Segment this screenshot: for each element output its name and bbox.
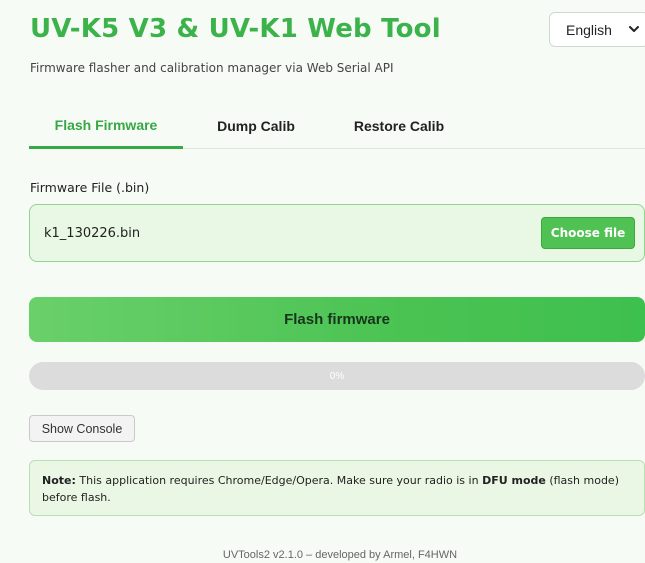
tab-restore-calib[interactable]: Restore Calib [334,103,464,149]
progress-bar: 0% [29,362,645,390]
tab-dump-calib[interactable]: Dump Calib [199,103,313,149]
tab-flash-firmware[interactable]: Flash Firmware [29,103,183,149]
firmware-file-input[interactable]: k1_130226.bin Choose file [29,204,645,262]
note-prefix: Note: [42,474,76,487]
show-console-button[interactable]: Show Console [29,415,135,442]
flash-firmware-button[interactable]: Flash firmware [29,297,645,342]
note-text-1: This application requires Chrome/Edge/Op… [75,474,483,487]
chevron-down-icon [629,26,639,32]
language-value: English [566,21,612,38]
selected-file-name: k1_130226.bin [44,226,141,241]
note-box: Note: This application requires Chrome/E… [29,460,645,516]
app-title: UV-K5 V3 & UV-K1 Web Tool [30,14,441,44]
progress-text: 0% [329,370,345,382]
firmware-file-label: Firmware File (.bin) [30,180,150,195]
tab-bar: Flash Firmware Dump Calib Restore Calib [29,103,645,149]
note-dfu-mode: DFU mode [482,474,546,487]
app-subtitle: Firmware flasher and calibration manager… [30,61,394,75]
choose-file-button[interactable]: Choose file [541,217,635,249]
footer-credit: UVTools2 v2.1.0 – developed by Armel, F4… [222,549,458,561]
language-select[interactable]: English [549,12,645,47]
